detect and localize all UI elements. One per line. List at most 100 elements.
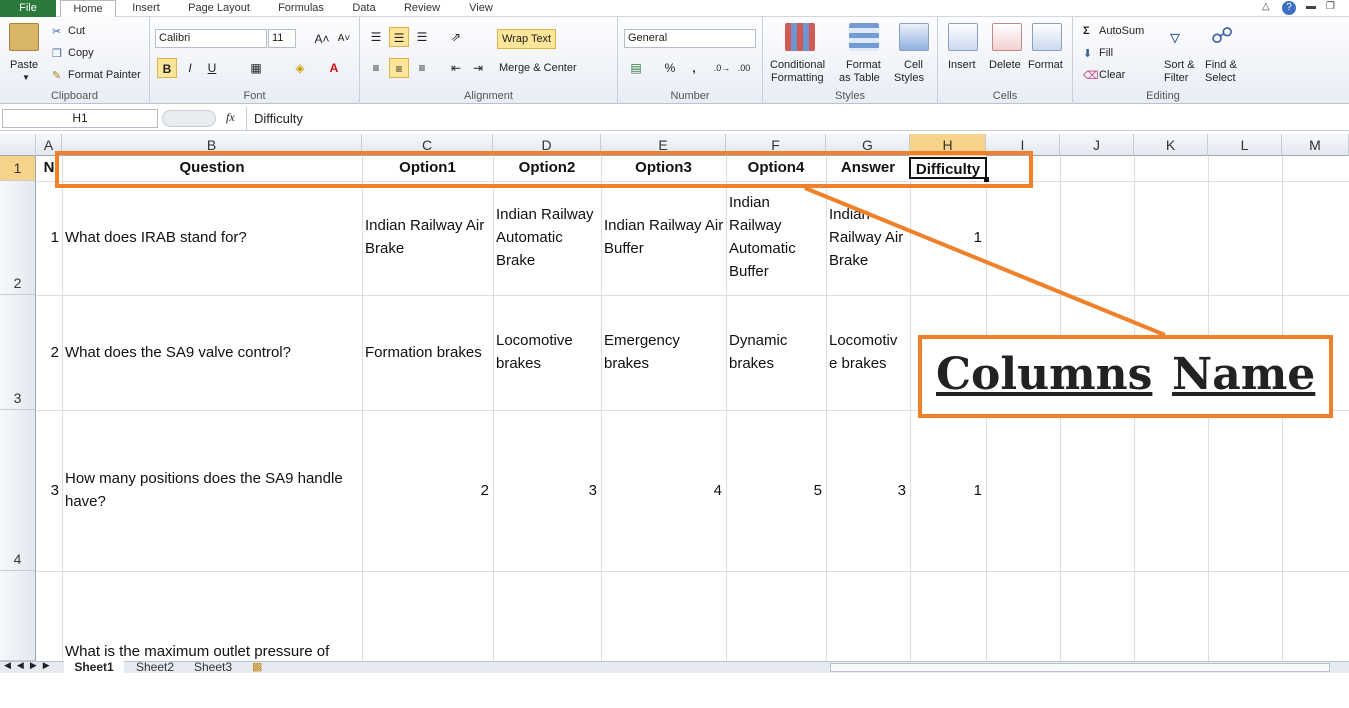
cut-button[interactable]: Cut bbox=[68, 25, 85, 37]
wrap-text-button[interactable]: Wrap Text bbox=[497, 29, 557, 49]
col-header-l[interactable]: L bbox=[1208, 134, 1282, 156]
increase-indent-icon[interactable]: ⇥ bbox=[468, 58, 488, 78]
formula-input[interactable]: Difficulty bbox=[246, 107, 1349, 130]
name-box[interactable]: H1 bbox=[2, 109, 158, 128]
align-middle-icon[interactable]: ☰ bbox=[389, 27, 409, 47]
currency-icon[interactable]: ▤ bbox=[626, 58, 646, 78]
paste-button[interactable]: Paste bbox=[10, 59, 38, 71]
fill-color-icon[interactable]: ◈ bbox=[290, 58, 310, 78]
ribbon-collapse-icon[interactable]: △ bbox=[1262, 1, 1270, 12]
tab-home[interactable]: Home bbox=[60, 0, 116, 18]
cell-d4[interactable]: 3 bbox=[496, 479, 597, 502]
cell-e2[interactable]: Indian Railway Air Buffer bbox=[604, 214, 724, 260]
paste-icon[interactable] bbox=[9, 23, 39, 51]
sheet-tab-2[interactable]: Sheet2 bbox=[128, 661, 182, 674]
cell-f3[interactable]: Dynamic brakes bbox=[729, 329, 809, 375]
align-center-icon[interactable]: ≡ bbox=[389, 58, 409, 78]
align-top-icon[interactable]: ☰ bbox=[366, 27, 386, 47]
format-cells-icon[interactable] bbox=[1032, 23, 1062, 51]
tab-view[interactable]: View bbox=[460, 0, 502, 17]
font-size-select[interactable]: 11 bbox=[268, 29, 296, 48]
shrink-font-icon[interactable]: A˅ bbox=[334, 29, 354, 49]
delete-button[interactable]: Delete bbox=[989, 59, 1021, 71]
delete-cells-icon[interactable] bbox=[992, 23, 1022, 51]
find-select-button[interactable]: Find & bbox=[1205, 59, 1237, 71]
conditional-formatting-icon[interactable] bbox=[785, 23, 815, 51]
cell-a2[interactable]: 1 bbox=[36, 226, 59, 249]
sort-filter-button[interactable]: Sort & bbox=[1164, 59, 1195, 71]
align-left-icon[interactable]: ≡ bbox=[366, 58, 386, 78]
sheet-tab-1[interactable]: Sheet1 bbox=[64, 661, 124, 674]
copy-button[interactable]: Copy bbox=[68, 47, 94, 59]
cell-h2[interactable]: 1 bbox=[912, 226, 982, 249]
cell-c2[interactable]: Indian Railway Air Brake bbox=[365, 214, 492, 260]
cell-g4[interactable]: 3 bbox=[829, 479, 906, 502]
select-all-corner[interactable] bbox=[0, 134, 36, 156]
tab-insert[interactable]: Insert bbox=[124, 0, 168, 17]
align-bottom-icon[interactable]: ☰ bbox=[412, 27, 432, 47]
bold-button[interactable]: B bbox=[157, 58, 177, 78]
sheet-nav-icons[interactable]: ◀◀▶▶ bbox=[4, 660, 56, 671]
comma-button[interactable]: , bbox=[684, 58, 704, 78]
restore-icon[interactable]: ❐ bbox=[1326, 1, 1335, 12]
row-header-2[interactable]: 2 bbox=[0, 181, 36, 295]
cell-e3[interactable]: Emergency brakes bbox=[604, 329, 704, 375]
horizontal-scrollbar[interactable] bbox=[830, 663, 1330, 672]
row-header-5[interactable] bbox=[0, 571, 36, 661]
format-table-button[interactable]: Format bbox=[846, 59, 881, 71]
tab-formulas[interactable]: Formulas bbox=[270, 0, 332, 17]
decrease-decimal-icon[interactable]: .00 bbox=[734, 58, 754, 78]
decrease-indent-icon[interactable]: ⇤ bbox=[446, 58, 466, 78]
cell-g2[interactable]: Indian Railway Air Brake bbox=[829, 203, 909, 272]
cell-b4[interactable]: How many positions does the SA9 handle h… bbox=[65, 467, 360, 513]
cell-h4[interactable]: 1 bbox=[912, 479, 982, 502]
merge-center-button[interactable]: Merge & Center bbox=[499, 62, 577, 74]
minimize-icon[interactable]: ▬ bbox=[1306, 1, 1316, 12]
orientation-icon[interactable]: ⇗ bbox=[446, 27, 466, 47]
percent-button[interactable]: % bbox=[660, 58, 680, 78]
row-header-4[interactable]: 4 bbox=[0, 410, 36, 571]
binoculars-icon[interactable]: ☍ bbox=[1211, 23, 1233, 49]
insert-button[interactable]: Insert bbox=[948, 59, 976, 71]
increase-decimal-icon[interactable]: .0→ bbox=[712, 58, 732, 78]
file-tab[interactable]: File bbox=[0, 0, 56, 17]
help-icon[interactable]: ? bbox=[1282, 1, 1296, 15]
sort-filter-icon[interactable]: ▿ bbox=[1170, 25, 1180, 50]
cell-d3[interactable]: Locomotive brakes bbox=[496, 329, 591, 375]
cell-c4[interactable]: 2 bbox=[365, 479, 489, 502]
align-right-icon[interactable]: ≡ bbox=[412, 58, 432, 78]
italic-button[interactable]: I bbox=[180, 58, 200, 78]
cell-b3[interactable]: What does the SA9 valve control? bbox=[65, 341, 360, 364]
tab-review[interactable]: Review bbox=[396, 0, 448, 17]
cell-b2[interactable]: What does IRAB stand for? bbox=[65, 226, 360, 249]
cell-styles-button[interactable]: Cell bbox=[904, 59, 923, 71]
font-color-icon[interactable]: A bbox=[324, 58, 344, 78]
paste-dropdown-icon[interactable]: ▼ bbox=[22, 73, 30, 82]
format-button[interactable]: Format bbox=[1028, 59, 1063, 71]
cell-f2[interactable]: Indian Railway Automatic Buffer bbox=[729, 191, 823, 283]
font-name-select[interactable]: Calibri bbox=[155, 29, 267, 48]
underline-button[interactable]: U bbox=[202, 58, 222, 78]
format-painter-button[interactable]: Format Painter bbox=[68, 69, 141, 81]
cell-styles-icon[interactable] bbox=[899, 23, 929, 51]
row-header-3[interactable]: 3 bbox=[0, 295, 36, 410]
sheet-tab-3[interactable]: Sheet3 bbox=[186, 661, 240, 674]
cell-d2[interactable]: Indian Railway Automatic Brake bbox=[496, 203, 600, 272]
format-table-icon[interactable] bbox=[849, 23, 879, 51]
col-header-k[interactable]: K bbox=[1134, 134, 1208, 156]
cell-e4[interactable]: 4 bbox=[604, 479, 722, 502]
grow-font-icon[interactable]: A˄ bbox=[312, 29, 332, 49]
col-header-m[interactable]: M bbox=[1282, 134, 1349, 156]
cell-a4[interactable]: 3 bbox=[36, 479, 59, 502]
fx-icon[interactable]: fx bbox=[226, 110, 235, 125]
borders-icon[interactable]: ▦ bbox=[246, 58, 266, 78]
cell-a3[interactable]: 2 bbox=[36, 341, 59, 364]
cell-b5[interactable]: What is the maximum outlet pressure of bbox=[65, 640, 360, 661]
insert-cells-icon[interactable] bbox=[948, 23, 978, 51]
conditional-formatting-button[interactable]: Conditional bbox=[770, 59, 825, 71]
cell-g3[interactable]: Locomotiv e brakes bbox=[829, 329, 909, 375]
row-header-1[interactable]: 1 bbox=[0, 156, 36, 181]
cell-c3[interactable]: Formation brakes bbox=[365, 341, 492, 364]
cell-f4[interactable]: 5 bbox=[729, 479, 822, 502]
tab-data[interactable]: Data bbox=[344, 0, 384, 17]
